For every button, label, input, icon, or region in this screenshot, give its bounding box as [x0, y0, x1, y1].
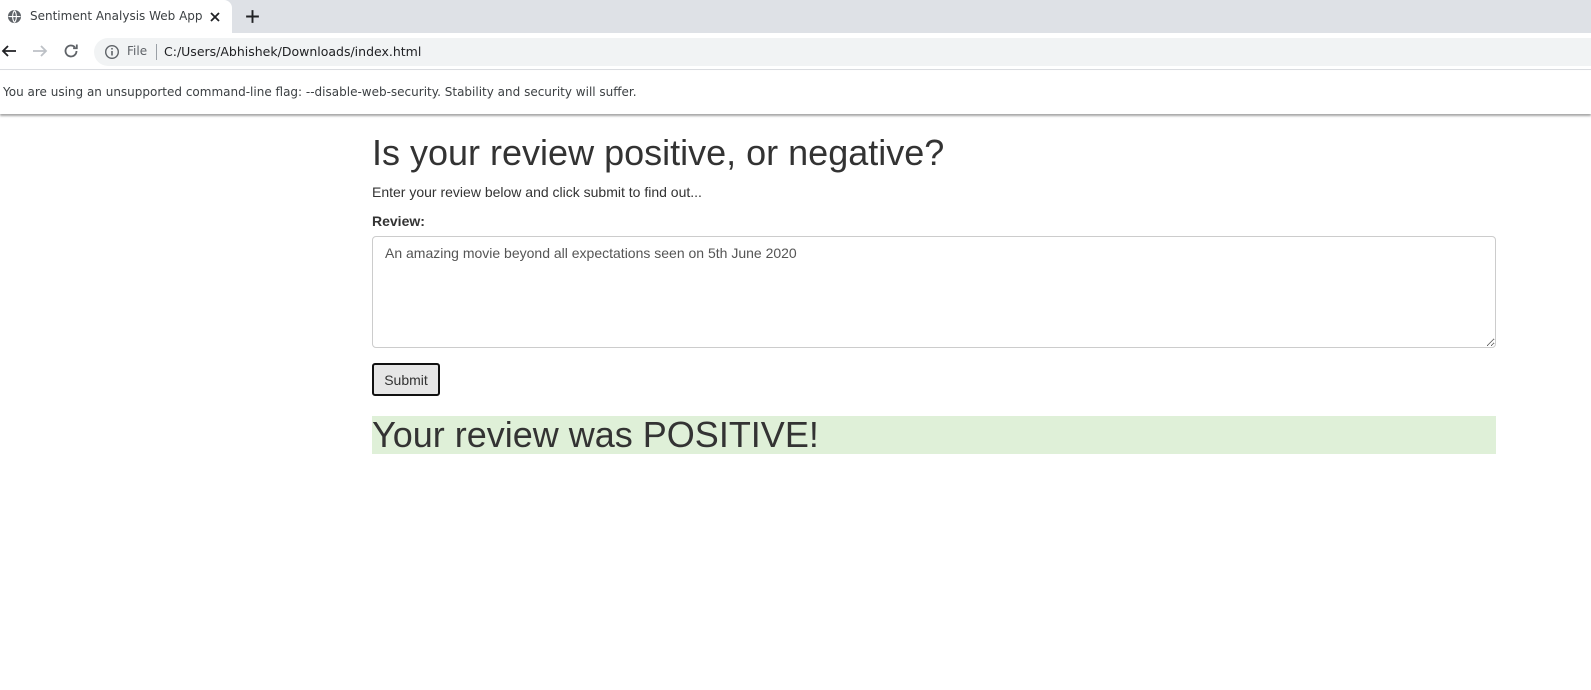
result-banner: Your review was POSITIVE! — [372, 416, 1496, 454]
arrow-left-icon[interactable] — [0, 42, 18, 60]
address-bar[interactable]: File C:/Users/Abhishek/Downloads/index.h… — [94, 38, 1591, 66]
browser-toolbar: File C:/Users/Abhishek/Downloads/index.h… — [0, 33, 1591, 70]
url-text[interactable]: C:/Users/Abhishek/Downloads/index.html — [164, 44, 421, 59]
page-title: Is your review positive, or negative? — [372, 132, 945, 173]
instructions-text: Enter your review below and click submit… — [372, 184, 702, 200]
review-label: Review: — [372, 213, 425, 229]
warning-infobar: You are using an unsupported command-lin… — [0, 71, 1591, 114]
infobar-message: You are using an unsupported command-lin… — [3, 85, 637, 99]
scheme-label: File — [127, 44, 148, 58]
review-input[interactable]: An amazing movie beyond all expectations… — [372, 236, 1496, 348]
globe-icon — [7, 9, 22, 24]
reload-icon[interactable] — [62, 42, 80, 60]
separator — [156, 44, 157, 60]
browser-tab[interactable]: Sentiment Analysis Web App — [0, 0, 232, 33]
arrow-right-icon[interactable] — [31, 42, 49, 60]
plus-icon[interactable] — [244, 8, 261, 25]
info-icon[interactable] — [104, 44, 120, 60]
submit-button[interactable]: Submit — [372, 363, 440, 396]
tab-strip: Sentiment Analysis Web App — [0, 0, 1591, 33]
tab-title: Sentiment Analysis Web App — [30, 9, 203, 23]
close-icon[interactable] — [207, 9, 223, 25]
